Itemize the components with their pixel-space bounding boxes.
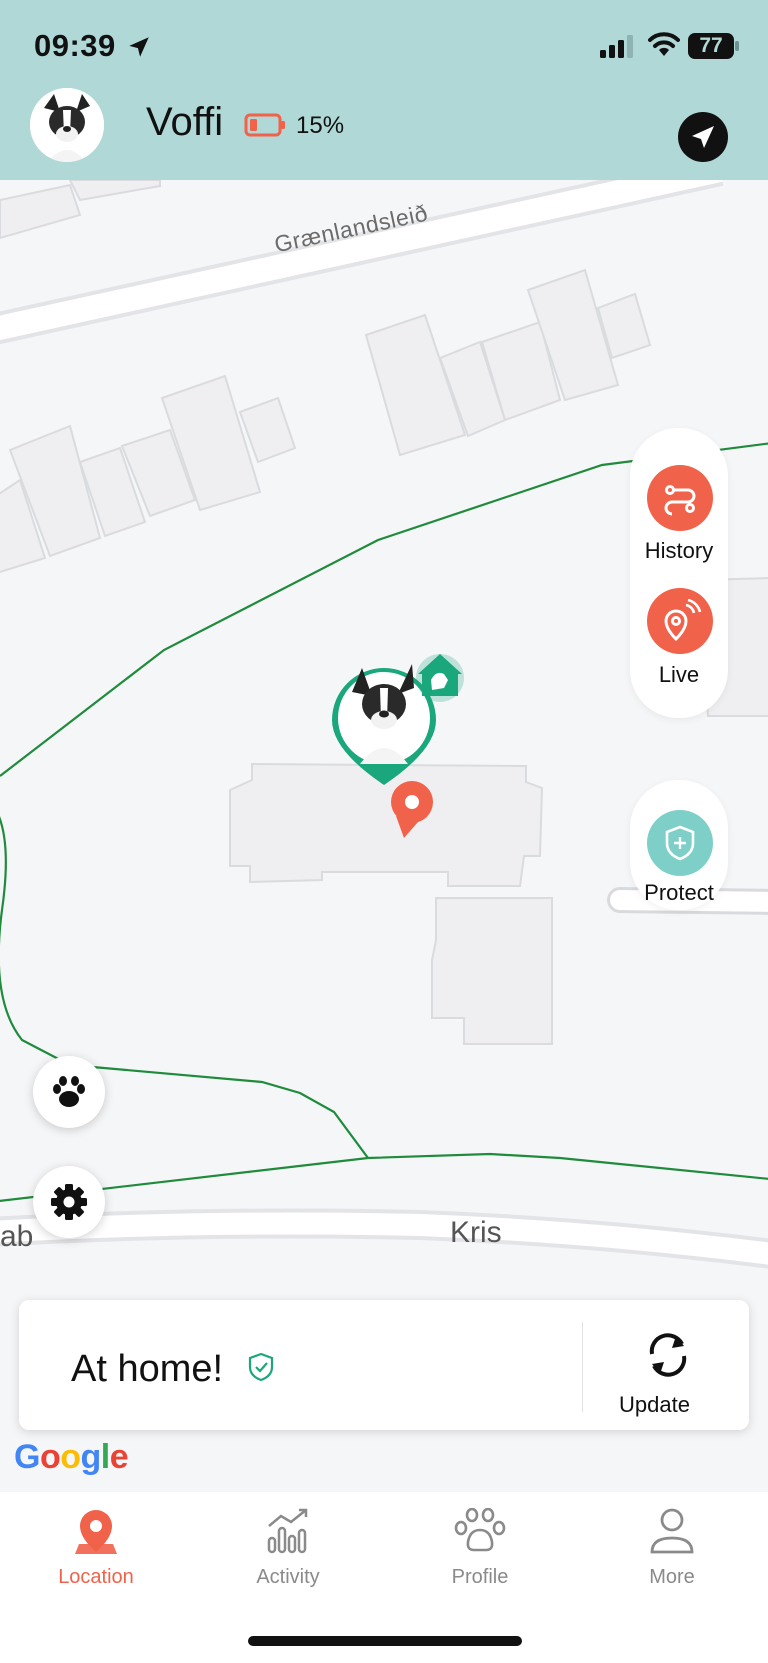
google-letter: o bbox=[60, 1438, 81, 1476]
tab-more-label[interactable]: More bbox=[592, 1566, 752, 1589]
tab-activity-label[interactable]: Activity bbox=[208, 1566, 368, 1589]
refresh-icon bbox=[649, 1333, 687, 1377]
shield-check-icon bbox=[248, 1352, 274, 1382]
dog-photo-icon bbox=[30, 88, 104, 162]
history-label[interactable]: History bbox=[624, 538, 734, 564]
navigate-button[interactable] bbox=[678, 112, 728, 162]
update-label[interactable]: Update bbox=[619, 1392, 690, 1418]
paw-icon bbox=[53, 1076, 85, 1107]
protect-label[interactable]: Protect bbox=[624, 880, 734, 906]
tab-location[interactable]: Location bbox=[16, 1492, 176, 1612]
tab-more[interactable]: More bbox=[592, 1492, 752, 1612]
google-logo: Google bbox=[14, 1438, 129, 1477]
tab-activity[interactable]: Activity bbox=[208, 1492, 368, 1612]
card-divider bbox=[582, 1322, 583, 1412]
live-tracking-icon bbox=[664, 599, 702, 642]
live-label[interactable]: Live bbox=[624, 662, 734, 688]
google-letter: G bbox=[14, 1438, 40, 1476]
google-letter: o bbox=[39, 1438, 61, 1476]
shield-plus-icon bbox=[665, 825, 695, 861]
gear-icon bbox=[51, 1184, 87, 1220]
paw-outline-icon bbox=[454, 1508, 506, 1552]
settings-button[interactable] bbox=[33, 1166, 105, 1238]
person-icon bbox=[650, 1508, 694, 1554]
google-letter: e bbox=[109, 1438, 129, 1476]
protect-button[interactable] bbox=[647, 810, 713, 876]
google-letter: g bbox=[80, 1438, 102, 1476]
route-history-icon bbox=[664, 485, 696, 516]
location-pin-icon bbox=[75, 1510, 117, 1554]
location-arrow-icon bbox=[129, 37, 149, 57]
wifi-icon bbox=[648, 32, 680, 56]
tab-profile-label[interactable]: Profile bbox=[400, 1566, 560, 1589]
device-battery-icon bbox=[244, 113, 285, 137]
activity-chart-icon bbox=[267, 1508, 308, 1554]
history-button[interactable] bbox=[647, 465, 713, 531]
live-button[interactable] bbox=[647, 588, 713, 654]
navigation-arrow-icon bbox=[692, 126, 714, 148]
status-card: At home! Update bbox=[19, 1300, 749, 1430]
pet-avatar[interactable] bbox=[30, 88, 104, 162]
status-battery-icon: 77 bbox=[688, 33, 734, 59]
status-time: 09:39 bbox=[34, 28, 116, 63]
top-header: 09:39 77 Voffi 15% bbox=[0, 0, 768, 180]
pet-name[interactable]: Voffi bbox=[146, 100, 223, 145]
tab-profile[interactable]: Profile bbox=[400, 1492, 560, 1612]
location-status-text: At home! bbox=[71, 1348, 224, 1390]
home-indicator[interactable] bbox=[248, 1636, 522, 1646]
tab-location-label[interactable]: Location bbox=[16, 1566, 176, 1589]
battery-nub bbox=[735, 41, 739, 51]
paw-button[interactable] bbox=[33, 1056, 105, 1128]
cellular-signal-icon bbox=[600, 35, 633, 58]
map-view[interactable]: Grænlandsleið ab Kris History Live Prote… bbox=[0, 180, 768, 1492]
street-label-bottom-right: Kris bbox=[450, 1216, 502, 1249]
home-zone-badge bbox=[416, 654, 464, 702]
google-letter: l bbox=[100, 1438, 110, 1476]
device-battery-percent: 15% bbox=[296, 112, 345, 139]
status-battery-level: 77 bbox=[699, 34, 723, 57]
street-label-bottom-left: ab bbox=[0, 1220, 34, 1253]
